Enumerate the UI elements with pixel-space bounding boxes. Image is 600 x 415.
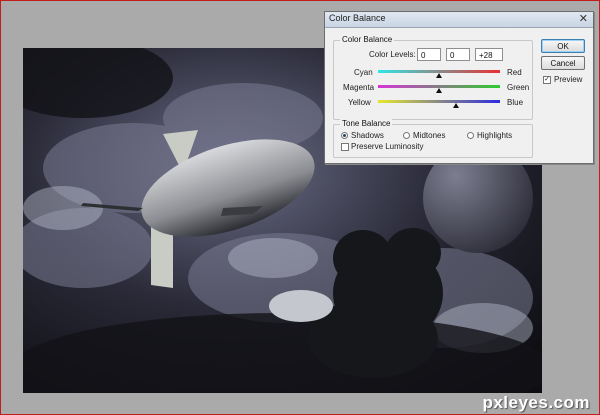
color-balance-dialog: Color Balance ✕ Color Balance Color Leve…: [324, 11, 594, 164]
yellow-blue-track: [378, 100, 500, 103]
cyan-red-slider-handle[interactable]: [436, 73, 442, 78]
preserve-luminosity-label: Preserve Luminosity: [351, 142, 424, 151]
midtones-label: Midtones: [413, 131, 446, 140]
dialog-title: Color Balance: [329, 13, 386, 23]
tone-balance-group: Tone Balance: [333, 119, 533, 158]
slider-label-red: Red: [507, 68, 522, 77]
slider-label-blue: Blue: [507, 98, 524, 107]
shadows-label: Shadows: [351, 131, 384, 140]
tone-balance-group-legend: Tone Balance: [340, 119, 393, 128]
color-levels-label: Color Levels:: [369, 50, 416, 59]
slider-label-green: Green: [507, 83, 530, 92]
preview-label: Preview: [554, 75, 583, 84]
magenta-green-slider-handle[interactable]: [436, 88, 442, 93]
level-field-cyan-red[interactable]: 0: [417, 48, 441, 61]
shadows-radio[interactable]: [341, 132, 348, 139]
highlights-radio[interactable]: [467, 132, 474, 139]
dialog-titlebar[interactable]: Color Balance ✕: [325, 12, 593, 28]
check-mark-icon: ✓: [544, 76, 550, 83]
midtones-radio[interactable]: [403, 132, 410, 139]
preserve-luminosity-checkbox[interactable]: [341, 143, 349, 151]
cancel-button[interactable]: Cancel: [541, 56, 585, 70]
slider-label-magenta: Magenta: [343, 83, 375, 92]
slider-label-yellow: Yellow: [348, 98, 371, 107]
preview-checkbox[interactable]: ✓: [543, 76, 551, 84]
level-field-magenta-green[interactable]: 0: [446, 48, 470, 61]
highlights-label: Highlights: [477, 131, 513, 140]
ok-button[interactable]: OK: [541, 39, 585, 53]
close-icon[interactable]: ✕: [579, 12, 588, 26]
yellow-blue-slider-handle[interactable]: [453, 103, 459, 108]
level-field-yellow-blue[interactable]: +28: [475, 48, 503, 61]
slider-label-cyan: Cyan: [354, 68, 373, 77]
color-balance-group-legend: Color Balance: [340, 35, 395, 44]
site-watermark: pxleyes.com: [482, 393, 590, 412]
